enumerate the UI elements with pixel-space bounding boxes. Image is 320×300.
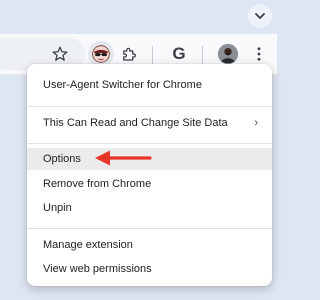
google-extension-icon: G: [172, 44, 186, 63]
menu-item-view-web-permissions[interactable]: View web permissions: [27, 258, 272, 280]
menu-item-label: View web permissions: [43, 263, 152, 275]
menu-item-label: Options: [43, 153, 81, 165]
annotation-arrow-icon: [95, 150, 152, 166]
menu-item-remove-from-chrome[interactable]: Remove from Chrome: [27, 173, 272, 195]
menu-item-unpin[interactable]: Unpin: [27, 197, 272, 219]
menu-item-label: Unpin: [43, 202, 72, 214]
star-icon: [52, 46, 68, 61]
chevron-right-icon: ›: [254, 117, 258, 129]
extension-context-menu: User-Agent Switcher for Chrome This Can …: [27, 64, 272, 286]
menu-item-label: Remove from Chrome: [43, 178, 152, 190]
menu-item-extension-name[interactable]: User-Agent Switcher for Chrome: [27, 74, 272, 96]
chevron-down-icon: [255, 13, 265, 19]
menu-divider: [27, 228, 272, 229]
menu-item-label: This Can Read and Change Site Data: [43, 117, 228, 129]
puzzle-icon: [123, 47, 136, 61]
user-agent-switcher-extension-icon: [92, 45, 110, 63]
menu-divider: [27, 106, 272, 107]
menu-item-manage-extension[interactable]: Manage extension: [27, 234, 272, 256]
browser-titlebar: [0, 0, 277, 34]
menu-item-site-access[interactable]: This Can Read and Change Site Data ›: [27, 112, 272, 134]
menu-item-label: Manage extension: [43, 239, 133, 251]
menu-divider: [27, 143, 272, 144]
tab-search-button[interactable]: [248, 4, 272, 28]
menu-item-label: User-Agent Switcher for Chrome: [43, 79, 202, 91]
kebab-menu-icon: [257, 47, 261, 61]
toolbar-separator: [152, 46, 153, 64]
toolbar-separator: [202, 46, 203, 64]
profile-avatar: [217, 43, 239, 65]
